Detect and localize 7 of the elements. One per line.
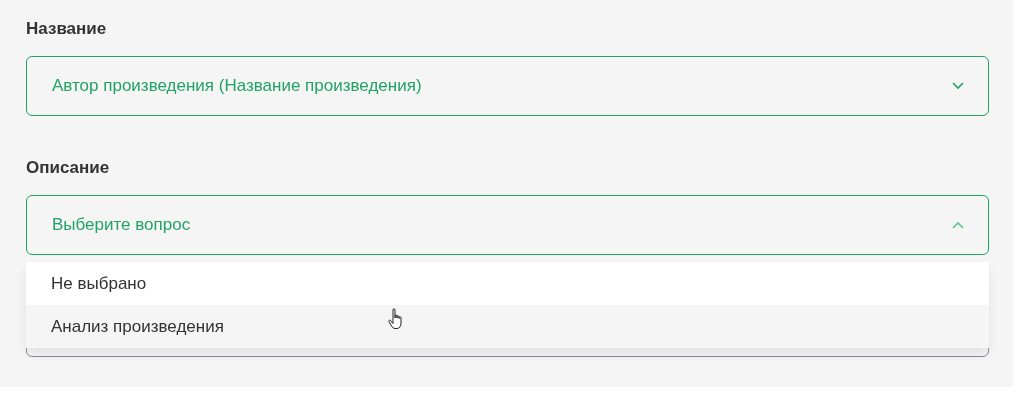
pointer-hand-icon	[388, 308, 404, 330]
chevron-down-icon	[952, 82, 964, 90]
field-label: Название	[26, 18, 108, 40]
dropdown-option[interactable]: Не выбрано	[26, 262, 989, 305]
field-label: Описание	[26, 157, 111, 179]
dropdown-option[interactable]: Анализ произведения	[26, 305, 989, 348]
chevron-up-icon	[952, 221, 964, 229]
